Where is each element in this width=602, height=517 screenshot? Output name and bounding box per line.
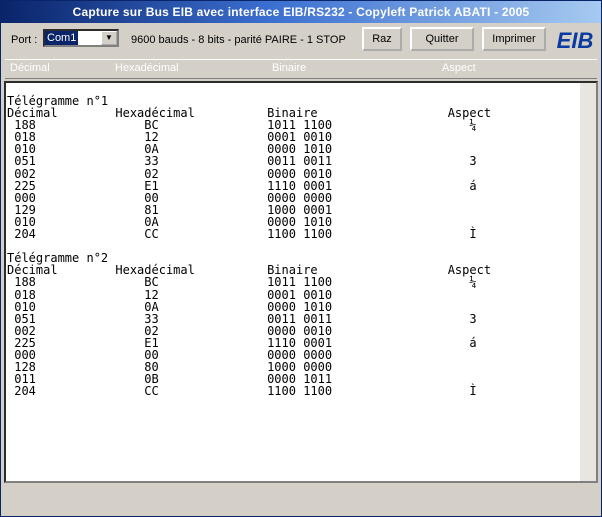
port-select[interactable]: Com1 ▼ [43,29,119,47]
window-title: Capture sur Bus EIB avec interface EIB/R… [1,1,601,23]
vertical-scrollbar[interactable] [580,83,596,481]
column-header-decimal: Décimal [10,62,50,74]
column-header-binary: Binaire [272,62,307,74]
raz-button[interactable]: Raz [362,27,402,51]
capture-window: Capture sur Bus EIB avec interface EIB/R… [0,0,602,517]
toolbar: Port : Com1 ▼ 9600 bauds - 8 bits - pari… [1,23,601,59]
eib-logo: EIB [557,28,594,53]
column-header-hex: Hexadécimal [115,62,179,74]
capture-log[interactable]: Télégramme n°1 Décimal Hexadécimal Binai… [4,81,598,483]
chevron-down-icon[interactable]: ▼ [101,31,117,45]
column-header-bar: Décimal Hexadécimal Binaire Aspect [5,59,597,79]
eib-logo-text: EIB [557,28,594,53]
print-button[interactable]: Imprimer [482,27,546,51]
status-bar [1,487,601,516]
port-select-value: Com1 [45,31,79,45]
port-label: Port : [11,34,38,46]
capture-log-text: Télégramme n°1 Décimal Hexadécimal Binai… [7,94,492,399]
column-header-aspect: Aspect [442,62,476,74]
serial-settings-text: 9600 bauds - 8 bits - parité PAIRE - 1 S… [131,34,346,46]
quit-button[interactable]: Quitter [410,27,474,51]
